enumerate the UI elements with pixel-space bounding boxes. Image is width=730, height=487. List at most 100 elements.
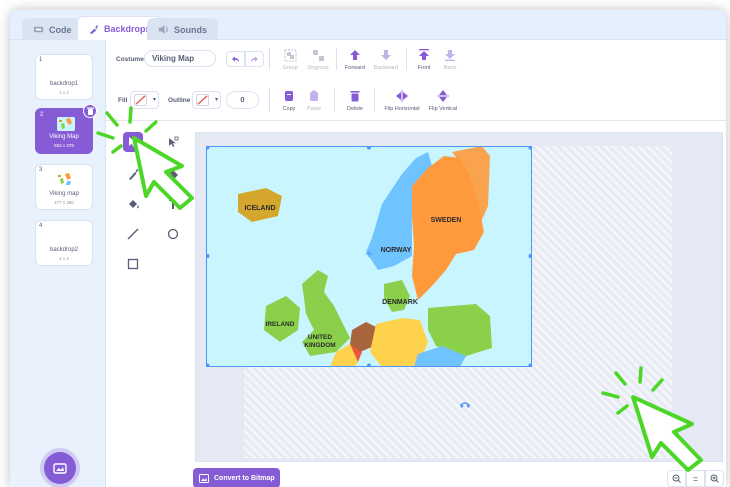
group-label: Group — [282, 65, 298, 71]
outline-width-input[interactable]: 0 — [226, 91, 259, 109]
convert-to-bitmap-button[interactable]: Convert to Bitmap — [193, 468, 280, 487]
sweden-label: SWEDEN — [431, 217, 462, 224]
backdrop-tile-3[interactable]: 3 Viking map 477 x 360 — [35, 164, 93, 210]
paste-icon — [310, 90, 318, 101]
ireland-label: IRELAND — [266, 321, 295, 328]
backdrop-tile-1[interactable]: 1 backdrop1 2 x 2 — [35, 54, 93, 100]
paintbrush-icon — [89, 24, 99, 34]
tab-bar: Code Backdrops Sounds — [10, 10, 726, 41]
flip-horizontal-icon — [396, 90, 408, 102]
convert-label: Convert to Bitmap — [214, 474, 275, 482]
outline-label: Outline — [168, 97, 191, 104]
reshape-tool[interactable] — [163, 132, 183, 152]
paste-label: Paste — [306, 106, 322, 112]
choose-backdrop-button[interactable] — [44, 452, 76, 484]
fill-color-picker[interactable]: ▾ — [130, 91, 159, 109]
tile-name: Viking map — [49, 191, 79, 197]
text-tool[interactable] — [163, 194, 183, 214]
denmark-label: DENMARK — [382, 299, 418, 306]
text-icon — [169, 199, 177, 209]
backward-button[interactable]: Backward — [368, 48, 404, 71]
tab-code-label: Code — [49, 24, 72, 35]
image-icon — [53, 463, 67, 474]
redo-button[interactable] — [245, 51, 264, 67]
costume-label: Costume — [116, 56, 144, 63]
line-tool[interactable] — [123, 224, 143, 244]
flip-vertical-button[interactable]: Flip Vertical — [424, 89, 462, 112]
eraser-tool[interactable] — [163, 164, 183, 184]
eraser-icon — [166, 170, 178, 180]
rectangle-icon — [127, 258, 139, 270]
undo-icon — [232, 56, 239, 62]
send-to-back-icon — [445, 50, 455, 61]
tile-name: backdrop2 — [49, 247, 79, 253]
circle-tool[interactable] — [163, 224, 183, 244]
arrow-cursor-icon — [129, 137, 137, 147]
flip-horizontal-button[interactable]: Flip Horizontal — [380, 89, 424, 112]
zoom-reset-label: = — [692, 473, 699, 484]
backward-icon — [381, 50, 391, 60]
forward-icon — [350, 50, 360, 60]
paint-bucket-icon — [128, 200, 139, 209]
zoom-in-button[interactable] — [705, 470, 724, 487]
speaker-icon — [158, 24, 168, 35]
zoom-out-icon — [672, 474, 681, 483]
backdrop-tile-2[interactable]: 2 Viking Map 553 x 378 — [35, 104, 97, 154]
united-kingdom-label-line1: UNITED — [308, 334, 333, 341]
bring-to-front-icon — [419, 49, 429, 60]
costume-name-input[interactable]: Viking Map — [144, 50, 216, 67]
tile-size: 477 x 360 — [54, 200, 74, 205]
zoom-reset-button[interactable]: = — [686, 470, 705, 487]
divider — [269, 88, 270, 112]
copy-icon — [285, 91, 293, 101]
delete-button[interactable]: Delete — [337, 89, 373, 112]
fill-tool[interactable] — [123, 194, 143, 214]
tile-name: Viking Map — [49, 134, 79, 140]
copy-label: Copy — [282, 106, 296, 112]
paste-button[interactable]: Paste — [296, 89, 332, 112]
backdrop-tile-4[interactable]: 4 backdrop2 2 x 2 — [35, 220, 93, 266]
tab-sounds[interactable]: Sounds — [147, 18, 218, 40]
tile-number: 1 — [39, 57, 43, 63]
ungroup-label: Ungroup — [307, 65, 329, 71]
bitmap-icon — [199, 473, 209, 483]
delete-label: Delete — [347, 106, 363, 112]
chevron-down-icon: ▾ — [214, 97, 218, 103]
back-label: Back — [443, 65, 457, 71]
ungroup-button[interactable]: Ungroup — [300, 48, 336, 71]
fill-label: Fill — [118, 97, 128, 104]
forward-label: Forward — [344, 65, 366, 71]
united-kingdom-label-line2: KINGDOM — [304, 342, 335, 349]
select-tool[interactable] — [123, 132, 143, 152]
chevron-down-icon: ▾ — [152, 97, 156, 103]
brush-tool[interactable] — [123, 164, 143, 184]
code-icon — [33, 26, 44, 33]
no-color-icon — [134, 94, 147, 106]
iceland-label: ICELAND — [244, 205, 275, 212]
no-color-icon — [196, 94, 209, 106]
brush-icon — [129, 169, 139, 180]
circle-icon — [167, 228, 179, 240]
divider — [269, 48, 270, 70]
tab-code[interactable]: Code — [22, 18, 83, 40]
tab-sounds-label: Sounds — [174, 24, 207, 35]
delete-backdrop-button[interactable] — [83, 104, 97, 118]
ungroup-icon — [312, 49, 324, 61]
reshape-cursor-icon — [169, 136, 179, 147]
tile-size: 2 x 2 — [59, 256, 69, 261]
undo-button[interactable] — [226, 51, 245, 67]
front-label: Front — [417, 65, 431, 71]
back-button[interactable]: Back — [432, 48, 468, 71]
group-icon — [284, 49, 296, 61]
rectangle-tool[interactable] — [123, 254, 143, 274]
outline-color-picker[interactable]: ▾ — [192, 91, 221, 109]
map-thumbnail — [58, 173, 71, 185]
tile-size: 553 x 378 — [54, 143, 74, 148]
tile-number: 2 — [40, 112, 44, 118]
zoom-in-icon — [710, 474, 719, 483]
tile-name: backdrop1 — [49, 81, 79, 87]
zoom-out-button[interactable] — [667, 470, 686, 487]
divider — [334, 88, 335, 112]
viking-map[interactable]: ICELAND SWEDEN NORWAY DENMARK IRELAND UN… — [206, 146, 532, 367]
rotate-handle-icon[interactable] — [459, 400, 471, 412]
